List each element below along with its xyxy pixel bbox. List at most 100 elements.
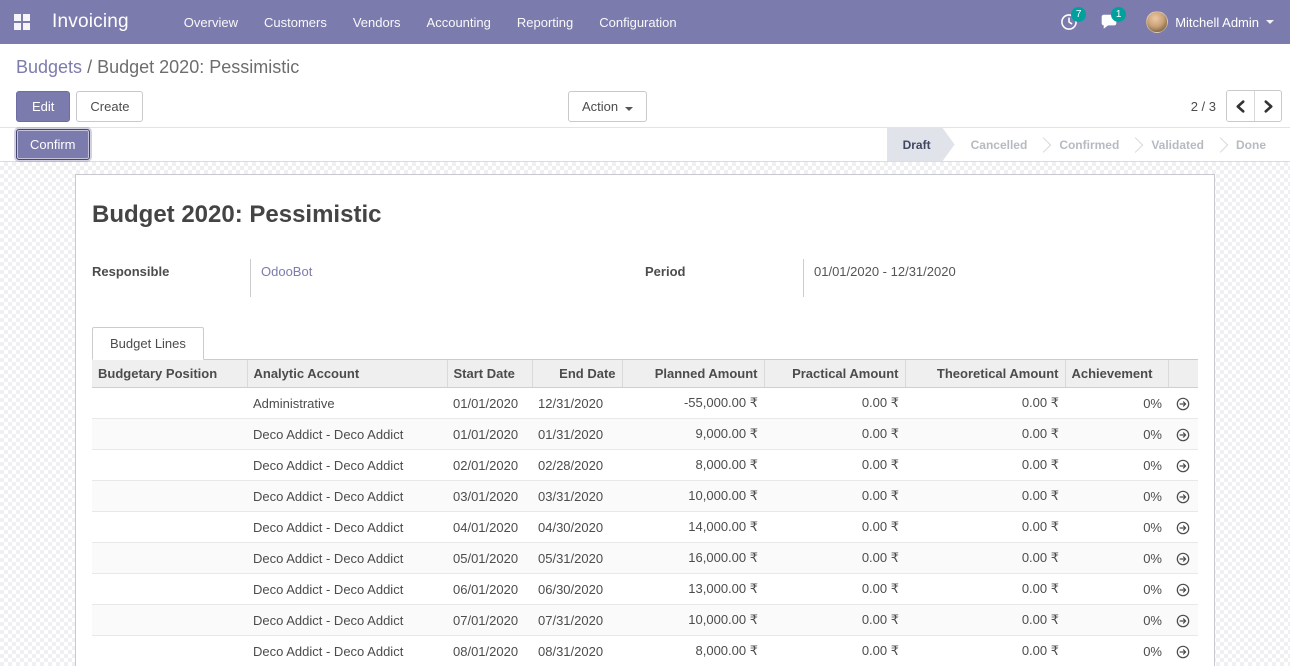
cell-analytic-account[interactable]: Deco Addict - Deco Addict <box>247 543 447 574</box>
column-header[interactable]: Practical Amount <box>764 360 905 388</box>
column-header[interactable]: Planned Amount <box>622 360 764 388</box>
open-record-button[interactable] <box>1168 450 1198 481</box>
nav-menu-item[interactable]: Customers <box>251 0 340 44</box>
cell-end-date[interactable]: 03/31/2020 <box>532 481 622 512</box>
cell-planned-amount[interactable]: 10,000.00 ₹ <box>622 605 764 636</box>
status-state[interactable]: Validated <box>1135 128 1220 161</box>
cell-practical-amount[interactable]: 0.00 ₹ <box>764 574 905 605</box>
cell-practical-amount[interactable]: 0.00 ₹ <box>764 388 905 419</box>
cell-start-date[interactable]: 08/01/2020 <box>447 636 532 667</box>
cell-start-date[interactable]: 02/01/2020 <box>447 450 532 481</box>
cell-analytic-account[interactable]: Deco Addict - Deco Addict <box>247 636 447 667</box>
nav-menu-item[interactable]: Accounting <box>414 0 504 44</box>
cell-start-date[interactable]: 05/01/2020 <box>447 543 532 574</box>
cell-achievement[interactable]: 0% <box>1065 512 1168 543</box>
cell-achievement[interactable]: 0% <box>1065 481 1168 512</box>
cell-budgetary-position[interactable] <box>92 512 247 543</box>
column-header[interactable]: Analytic Account <box>247 360 447 388</box>
cell-planned-amount[interactable]: 10,000.00 ₹ <box>622 481 764 512</box>
cell-planned-amount[interactable]: 9,000.00 ₹ <box>622 419 764 450</box>
cell-theoretical-amount[interactable]: 0.00 ₹ <box>905 388 1065 419</box>
column-header[interactable]: Theoretical Amount <box>905 360 1065 388</box>
cell-start-date[interactable]: 04/01/2020 <box>447 512 532 543</box>
cell-end-date[interactable]: 06/30/2020 <box>532 574 622 605</box>
messages-button[interactable]: 1 <box>1092 0 1126 44</box>
cell-end-date[interactable]: 07/31/2020 <box>532 605 622 636</box>
cell-achievement[interactable]: 0% <box>1065 450 1168 481</box>
cell-theoretical-amount[interactable]: 0.00 ₹ <box>905 574 1065 605</box>
cell-planned-amount[interactable]: 8,000.00 ₹ <box>622 636 764 667</box>
cell-analytic-account[interactable]: Deco Addict - Deco Addict <box>247 574 447 605</box>
cell-achievement[interactable]: 0% <box>1065 574 1168 605</box>
cell-analytic-account[interactable]: Administrative <box>247 388 447 419</box>
table-row[interactable]: Deco Addict - Deco Addict 01/01/2020 01/… <box>92 419 1198 450</box>
cell-achievement[interactable]: 0% <box>1065 388 1168 419</box>
confirm-button[interactable]: Confirm <box>16 129 90 160</box>
cell-budgetary-position[interactable] <box>92 481 247 512</box>
cell-practical-amount[interactable]: 0.00 ₹ <box>764 512 905 543</box>
user-menu[interactable]: Mitchell Admin <box>1132 0 1280 44</box>
table-row[interactable]: Deco Addict - Deco Addict 04/01/2020 04/… <box>92 512 1198 543</box>
table-row[interactable]: Deco Addict - Deco Addict 07/01/2020 07/… <box>92 605 1198 636</box>
nav-menu-item[interactable]: Configuration <box>586 0 689 44</box>
status-state[interactable]: Cancelled <box>955 128 1044 161</box>
nav-menu-item[interactable]: Overview <box>171 0 251 44</box>
open-record-button[interactable] <box>1168 388 1198 419</box>
table-row[interactable]: Administrative 01/01/2020 12/31/2020 -55… <box>92 388 1198 419</box>
tab-budget-lines[interactable]: Budget Lines <box>92 327 204 360</box>
cell-planned-amount[interactable]: 13,000.00 ₹ <box>622 574 764 605</box>
open-record-button[interactable] <box>1168 419 1198 450</box>
app-name[interactable]: Invoicing <box>52 11 129 33</box>
cell-practical-amount[interactable]: 0.00 ₹ <box>764 543 905 574</box>
cell-analytic-account[interactable]: Deco Addict - Deco Addict <box>247 512 447 543</box>
open-record-button[interactable] <box>1168 636 1198 667</box>
cell-end-date[interactable]: 12/31/2020 <box>532 388 622 419</box>
cell-budgetary-position[interactable] <box>92 574 247 605</box>
cell-budgetary-position[interactable] <box>92 605 247 636</box>
cell-budgetary-position[interactable] <box>92 636 247 667</box>
cell-end-date[interactable]: 04/30/2020 <box>532 512 622 543</box>
column-header[interactable]: End Date <box>532 360 622 388</box>
cell-theoretical-amount[interactable]: 0.00 ₹ <box>905 636 1065 667</box>
responsible-value-link[interactable]: OdooBot <box>261 264 312 279</box>
cell-theoretical-amount[interactable]: 0.00 ₹ <box>905 605 1065 636</box>
cell-achievement[interactable]: 0% <box>1065 419 1168 450</box>
action-dropdown-button[interactable]: Action <box>568 91 647 122</box>
cell-end-date[interactable]: 02/28/2020 <box>532 450 622 481</box>
cell-planned-amount[interactable]: 8,000.00 ₹ <box>622 450 764 481</box>
cell-start-date[interactable]: 01/01/2020 <box>447 419 532 450</box>
table-row[interactable]: Deco Addict - Deco Addict 03/01/2020 03/… <box>92 481 1198 512</box>
cell-theoretical-amount[interactable]: 0.00 ₹ <box>905 481 1065 512</box>
cell-start-date[interactable]: 07/01/2020 <box>447 605 532 636</box>
cell-theoretical-amount[interactable]: 0.00 ₹ <box>905 512 1065 543</box>
cell-budgetary-position[interactable] <box>92 388 247 419</box>
open-record-button[interactable] <box>1168 605 1198 636</box>
cell-analytic-account[interactable]: Deco Addict - Deco Addict <box>247 419 447 450</box>
column-header[interactable] <box>1168 360 1198 388</box>
nav-menu-item[interactable]: Reporting <box>504 0 586 44</box>
cell-achievement[interactable]: 0% <box>1065 636 1168 667</box>
open-record-button[interactable] <box>1168 481 1198 512</box>
cell-achievement[interactable]: 0% <box>1065 605 1168 636</box>
cell-achievement[interactable]: 0% <box>1065 543 1168 574</box>
cell-practical-amount[interactable]: 0.00 ₹ <box>764 419 905 450</box>
column-header[interactable]: Budgetary Position <box>92 360 247 388</box>
cell-end-date[interactable]: 08/31/2020 <box>532 636 622 667</box>
breadcrumb-parent-link[interactable]: Budgets <box>16 57 82 77</box>
cell-theoretical-amount[interactable]: 0.00 ₹ <box>905 419 1065 450</box>
cell-planned-amount[interactable]: 16,000.00 ₹ <box>622 543 764 574</box>
pager-previous-button[interactable] <box>1227 91 1254 121</box>
cell-planned-amount[interactable]: -55,000.00 ₹ <box>622 388 764 419</box>
open-record-button[interactable] <box>1168 512 1198 543</box>
table-row[interactable]: Deco Addict - Deco Addict 06/01/2020 06/… <box>92 574 1198 605</box>
status-state[interactable]: Done <box>1220 128 1282 161</box>
cell-practical-amount[interactable]: 0.00 ₹ <box>764 481 905 512</box>
cell-budgetary-position[interactable] <box>92 543 247 574</box>
cell-end-date[interactable]: 01/31/2020 <box>532 419 622 450</box>
cell-planned-amount[interactable]: 14,000.00 ₹ <box>622 512 764 543</box>
cell-budgetary-position[interactable] <box>92 450 247 481</box>
cell-analytic-account[interactable]: Deco Addict - Deco Addict <box>247 481 447 512</box>
cell-theoretical-amount[interactable]: 0.00 ₹ <box>905 450 1065 481</box>
cell-theoretical-amount[interactable]: 0.00 ₹ <box>905 543 1065 574</box>
cell-budgetary-position[interactable] <box>92 419 247 450</box>
